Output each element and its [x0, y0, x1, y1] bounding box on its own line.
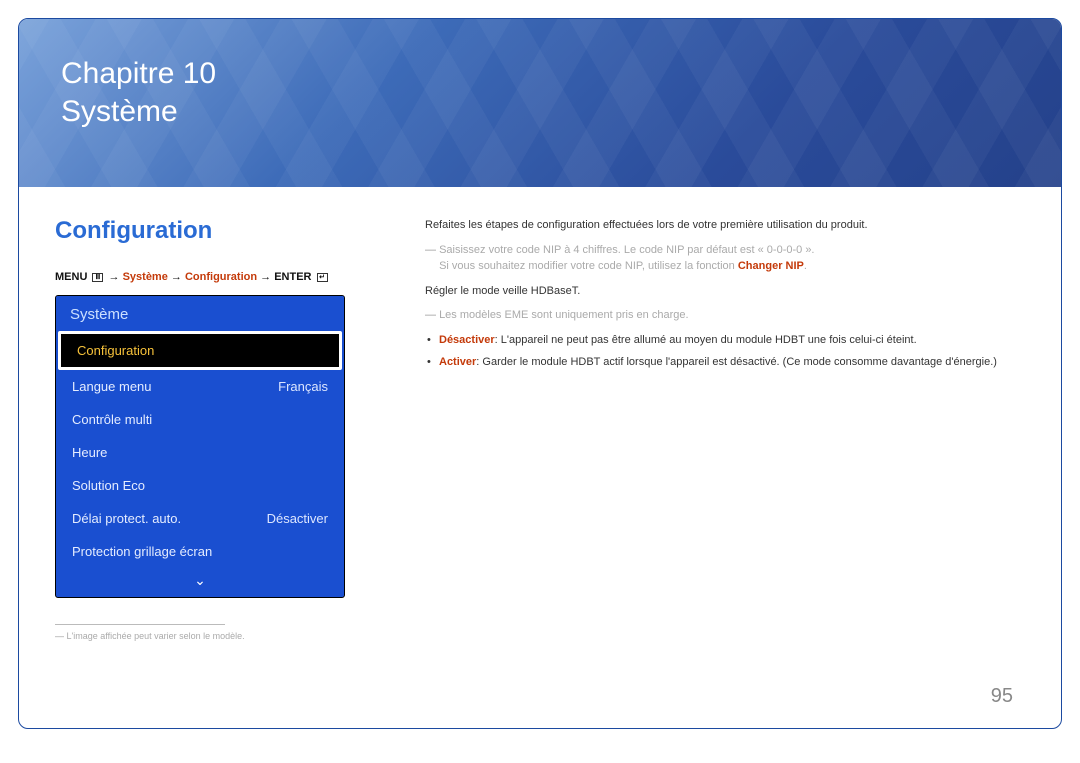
footnote-divider: [55, 624, 225, 625]
chapter-header: Chapitre 10 Système: [19, 19, 1061, 187]
body-note1: ― Saisissez votre code NIP à 4 chiffres.…: [425, 242, 1025, 275]
menu-item-solution-eco[interactable]: Solution Eco: [56, 469, 344, 502]
menu-item-label: Heure: [72, 445, 107, 460]
bullet-accent: Activer: [439, 356, 476, 368]
ui-panel: Système Configuration Langue menu França…: [55, 295, 345, 598]
footnote: ― L'image affichée peut varier selon le …: [55, 631, 385, 641]
menu-item-heure[interactable]: Heure: [56, 436, 344, 469]
menu-item-label: Délai protect. auto.: [72, 511, 181, 526]
menu-item-langue[interactable]: Langue menu Français: [56, 370, 344, 403]
menu-more-indicator[interactable]: ⌄: [56, 568, 344, 597]
enter-icon: ↵: [317, 273, 328, 282]
left-column: Configuration MENU Ⅲ → Système → Configu…: [55, 217, 385, 641]
menu-icon: Ⅲ: [92, 273, 103, 282]
note-dash: ―: [425, 244, 436, 256]
menu-item-delai-protect[interactable]: Délai protect. auto. Désactiver: [56, 502, 344, 535]
path-part-2: Configuration: [185, 271, 257, 283]
body-note2: ― Les modèles EME sont uniquement pris e…: [425, 307, 1025, 324]
footnote-text: L'image affichée peut varier selon le mo…: [67, 631, 245, 641]
arrow-1: →: [109, 271, 120, 283]
chevron-down-icon: ⌄: [194, 572, 206, 588]
menu-item-label: Contrôle multi: [72, 412, 152, 427]
bullet-desactiver: Désactiver: L'appareil ne peut pas être …: [439, 332, 1025, 349]
section-heading: Configuration: [55, 217, 385, 245]
path-part-1: Système: [123, 271, 168, 283]
chapter-line1: Chapitre 10: [61, 55, 216, 93]
note2-text: Les modèles EME sont uniquement pris en …: [439, 309, 688, 321]
bullet-text: : L'appareil ne peut pas être allumé au …: [495, 334, 917, 346]
menu-item-protection-grillage[interactable]: Protection grillage écran: [56, 535, 344, 568]
arrow-3: →: [260, 271, 271, 283]
content: Configuration MENU Ⅲ → Système → Configu…: [19, 187, 1061, 661]
right-column: Refaites les étapes de configuration eff…: [425, 217, 1025, 641]
note1-accent: Changer NIP: [738, 260, 804, 272]
ui-panel-title: Système: [56, 296, 344, 331]
menu-item-label: Solution Eco: [72, 478, 145, 493]
note1-line2a: Si vous souhaitez modifier votre code NI…: [439, 260, 738, 272]
bullet-text: : Garder le module HDBT actif lorsque l'…: [476, 356, 997, 368]
arrow-2: →: [171, 271, 182, 283]
note1-line2b: .: [804, 260, 807, 272]
note-dash: ―: [425, 309, 436, 321]
footnote-dash: ―: [55, 631, 64, 641]
page-number: 95: [991, 685, 1013, 708]
bullet-accent: Désactiver: [439, 334, 495, 346]
body-p1: Refaites les étapes de configuration eff…: [425, 217, 1025, 234]
menu-item-controle-multi[interactable]: Contrôle multi: [56, 403, 344, 436]
menu-label: MENU: [55, 271, 87, 283]
menu-item-configuration[interactable]: Configuration: [58, 331, 342, 370]
page-frame: Chapitre 10 Système Configuration MENU Ⅲ…: [18, 18, 1062, 729]
bullet-list: Désactiver: L'appareil ne peut pas être …: [425, 332, 1025, 371]
menu-item-value: Français: [278, 379, 328, 394]
menu-item-label: Configuration: [77, 343, 154, 358]
enter-label: ENTER: [274, 271, 311, 283]
menu-path: MENU Ⅲ → Système → Configuration → ENTER…: [55, 271, 385, 283]
menu-item-label: Langue menu: [72, 379, 152, 394]
note1-line1: Saisissez votre code NIP à 4 chiffres. L…: [439, 244, 814, 256]
chapter-title: Chapitre 10 Système: [61, 55, 216, 130]
menu-item-value: Désactiver: [267, 511, 328, 526]
body-p2: Régler le mode veille HDBaseT.: [425, 283, 1025, 300]
menu-item-label: Protection grillage écran: [72, 544, 212, 559]
bullet-activer: Activer: Garder le module HDBT actif lor…: [439, 354, 1025, 371]
chapter-line2: Système: [61, 93, 216, 131]
